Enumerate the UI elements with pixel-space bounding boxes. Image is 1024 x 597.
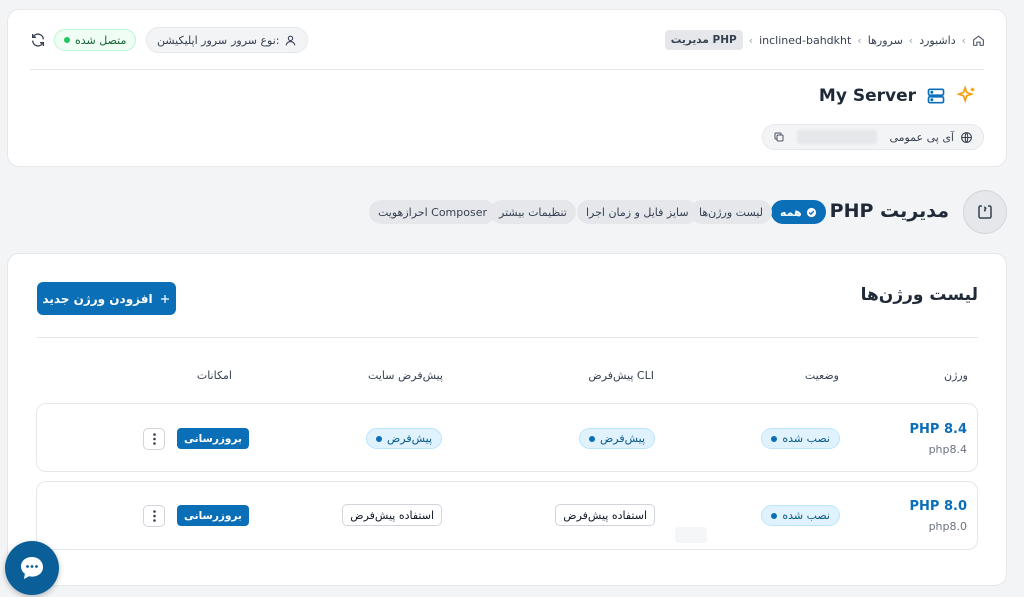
server-icon — [926, 86, 946, 106]
version-id: php8.0 — [928, 520, 967, 533]
tab-version-list-label: لیست ورژن‌ها — [699, 205, 763, 219]
tab-file-size-runtime-label: سایز فایل و زمان اجرا — [586, 205, 689, 219]
server-type-value: سرور اپلیکیشن — [157, 33, 228, 47]
server-header-card: ‹ داشبورد ‹ سرورها ‹ inclined-bahdkht ‹ … — [7, 9, 1007, 167]
set-site-default-button[interactable]: استفاده پیش‌فرض — [342, 504, 442, 526]
set-cli-default-button[interactable]: استفاده پیش‌فرض — [555, 504, 655, 526]
version-id: php8.4 — [928, 443, 967, 456]
col-header-site-default: پیش‌فرض سایت — [368, 369, 443, 382]
status-badge: نصب شده — [761, 428, 840, 449]
breadcrumb-current: مدیریت PHP — [664, 30, 743, 50]
tooltip-ghost — [675, 527, 707, 543]
versions-panel-title: لیست ورژن‌ها — [860, 285, 978, 305]
add-version-button[interactable]: افزودن ورژن جدید — [37, 282, 176, 315]
server-type-badge: نوع سرور: سرور اپلیکیشن — [146, 27, 308, 53]
tab-more-settings-label: تنظیمات بیشتر — [499, 205, 567, 219]
more-vertical-icon[interactable] — [143, 505, 165, 527]
server-title-row: My Server — [819, 85, 978, 107]
more-vertical-icon[interactable] — [143, 428, 165, 450]
public-ip-label: آی پی عمومی — [889, 130, 954, 144]
breadcrumb-separator: ‹ — [961, 33, 966, 47]
default-dot — [588, 435, 595, 442]
tab-composer-auth-label: احرازهویت Composer — [378, 205, 487, 219]
server-type-label: نوع سرور: — [231, 33, 280, 47]
tab-more-settings[interactable]: تنظیمات بیشتر — [490, 200, 576, 224]
default-dot — [375, 435, 382, 442]
cli-default-badge: پیش‌فرض — [578, 428, 655, 449]
status-dot — [771, 435, 778, 442]
tab-version-list[interactable]: لیست ورژن‌ها — [690, 200, 772, 224]
breadcrumb-separator: ‹ — [857, 33, 862, 47]
breadcrumb-item-servers[interactable]: سرورها — [868, 34, 903, 47]
tab-all[interactable]: همه — [771, 200, 826, 224]
breadcrumb-separator: ‹ — [908, 33, 914, 47]
connection-status-label: متصل شده — [75, 33, 127, 47]
user-icon — [284, 34, 297, 47]
status-label: نصب شده — [782, 509, 830, 522]
col-header-version: ورژن — [943, 369, 968, 382]
public-ip-badge: آی پی عمومی — [762, 124, 984, 150]
chat-button[interactable] — [5, 541, 59, 595]
add-version-button-label: افزودن ورژن جدید — [42, 291, 153, 306]
breadcrumb-item-server[interactable]: inclined-bahdkht — [759, 34, 851, 47]
copy-icon[interactable] — [773, 131, 785, 143]
site-default-badge: پیش‌فرض — [365, 428, 442, 449]
table-row: PHP 8.4 php8.4 نصب شده پیش‌فرض پیش‌فرض ب… — [36, 403, 978, 472]
tab-file-size-runtime[interactable]: سایز فایل و زمان اجرا — [577, 200, 698, 224]
page-title: مدیریت PHP — [829, 200, 949, 222]
sparkle-icon — [956, 85, 978, 107]
col-header-actions: امکانات — [196, 369, 232, 382]
public-ip-value-redacted — [797, 130, 878, 144]
server-name: My Server — [818, 86, 916, 106]
update-button[interactable]: بروزرسانی — [177, 505, 249, 526]
connection-status-badge: متصل شده — [54, 29, 137, 51]
update-button[interactable]: بروزرسانی — [177, 428, 249, 449]
header-divider — [30, 69, 984, 70]
refresh-icon[interactable] — [30, 32, 46, 48]
tab-composer-auth[interactable]: احرازهویت Composer — [369, 200, 496, 224]
globe-icon — [960, 131, 973, 144]
breadcrumb-separator: ‹ — [748, 33, 754, 47]
status-badge: نصب شده — [761, 505, 840, 526]
status-label: نصب شده — [782, 432, 830, 445]
home-icon[interactable] — [972, 34, 985, 47]
site-default-label: پیش‌فرض — [386, 432, 432, 445]
check-circle-icon — [806, 207, 817, 218]
tab-all-label: همه — [780, 205, 802, 219]
breadcrumb-item-dashboard[interactable]: داشبورد — [919, 34, 955, 47]
version-name[interactable]: PHP 8.0 — [910, 499, 968, 514]
breadcrumb: ‹ داشبورد ‹ سرورها ‹ inclined-bahdkht ‹ … — [664, 30, 985, 50]
table-row: PHP 8.0 php8.0 نصب شده استفاده پیش‌فرض ا… — [36, 481, 978, 550]
col-header-status: وضعیت — [804, 369, 839, 382]
col-header-cli-default: پیش‌فرض CLI — [588, 369, 654, 382]
status-dot — [771, 512, 778, 519]
cli-default-label: پیش‌فرض — [599, 432, 645, 445]
status-dot — [64, 37, 70, 43]
panel-divider — [36, 337, 978, 338]
version-name[interactable]: PHP 8.4 — [910, 422, 968, 437]
file-code-icon — [963, 190, 1007, 234]
plus-icon — [159, 293, 171, 305]
chat-icon — [17, 553, 47, 583]
